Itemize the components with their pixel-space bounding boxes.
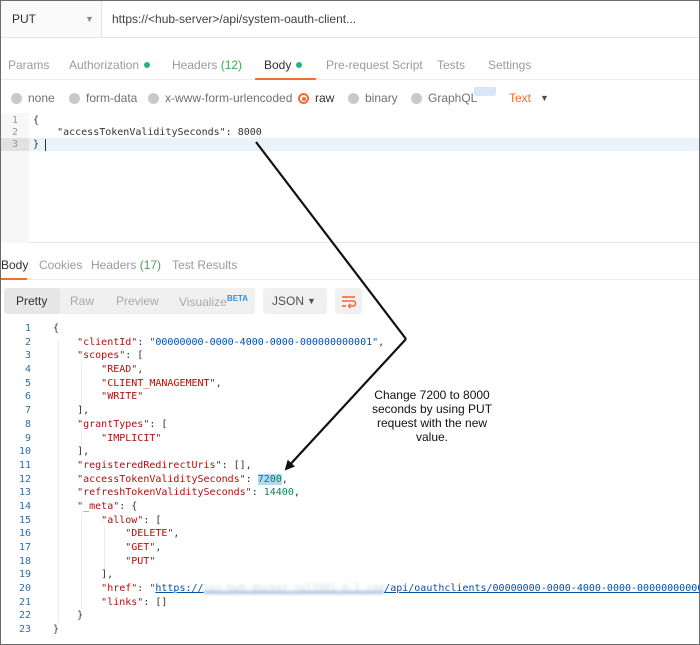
annotation-line: value. — [415, 430, 449, 444]
annotation-line: Change 7200 to 8000 — [374, 388, 490, 402]
annotation-line: seconds by using PUT — [371, 402, 493, 416]
postman-window: PUT ▼ https://<hub-server>/api/system-oa… — [0, 0, 700, 645]
annotation-callout: Change 7200 to 8000 seconds by using PUT… — [364, 388, 500, 444]
annotation-line: request with the new — [376, 416, 488, 430]
arrow-line — [255, 141, 407, 340]
annotation-arrows — [255, 141, 407, 471]
